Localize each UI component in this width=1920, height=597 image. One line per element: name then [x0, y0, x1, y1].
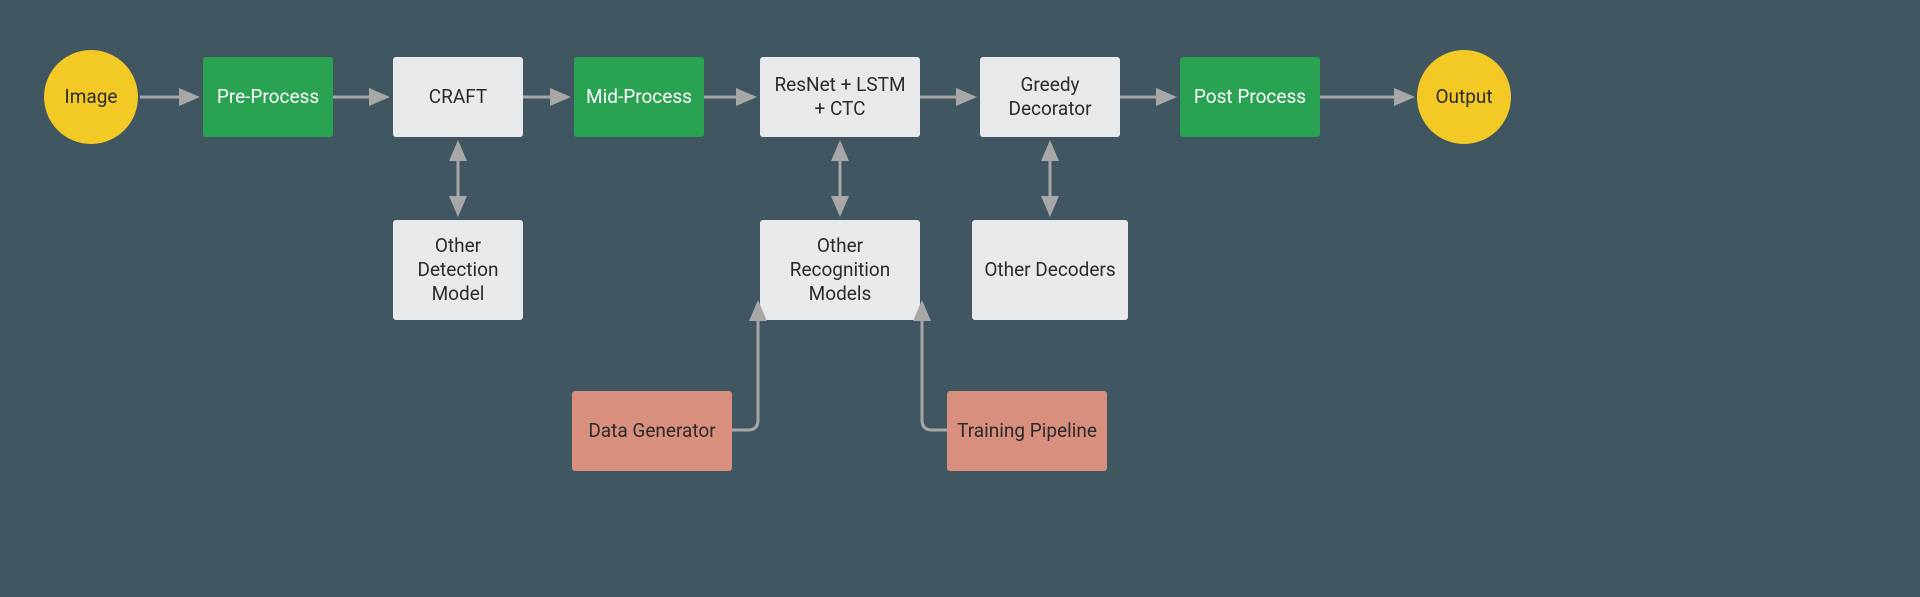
node-resnet-label: ResNet + LSTM + CTC	[768, 73, 912, 121]
node-otherdetect-label: Other Detection Model	[401, 234, 515, 305]
node-image: Image	[44, 50, 138, 144]
node-otherrecog-label: Other Recognition Models	[768, 234, 912, 305]
node-postprocess-label: Post Process	[1194, 85, 1306, 109]
node-craft-label: CRAFT	[429, 85, 488, 109]
arrow-datagen-otherrecog	[732, 303, 758, 430]
node-midprocess: Mid-Process	[574, 57, 704, 137]
node-postprocess: Post Process	[1180, 57, 1320, 137]
node-otherrecog: Other Recognition Models	[760, 220, 920, 320]
node-datagen-label: Data Generator	[588, 419, 715, 443]
node-trainpipe-label: Training Pipeline	[957, 419, 1097, 443]
node-datagen: Data Generator	[572, 391, 732, 471]
node-otherdetect: Other Detection Model	[393, 220, 523, 320]
node-resnet: ResNet + LSTM + CTC	[760, 57, 920, 137]
node-preprocess-label: Pre-Process	[217, 85, 319, 109]
node-greedy-label: Greedy Decorator	[988, 73, 1112, 121]
node-greedy: Greedy Decorator	[980, 57, 1120, 137]
node-otherdecode-label: Other Decoders	[984, 258, 1115, 282]
node-output: Output	[1417, 50, 1511, 144]
node-trainpipe: Training Pipeline	[947, 391, 1107, 471]
node-output-label: Output	[1435, 85, 1492, 109]
node-otherdecode: Other Decoders	[972, 220, 1128, 320]
arrow-trainpipe-otherrecog	[922, 303, 947, 430]
node-midprocess-label: Mid-Process	[586, 85, 692, 109]
node-craft: CRAFT	[393, 57, 523, 137]
node-preprocess: Pre-Process	[203, 57, 333, 137]
node-image-label: Image	[65, 85, 118, 109]
